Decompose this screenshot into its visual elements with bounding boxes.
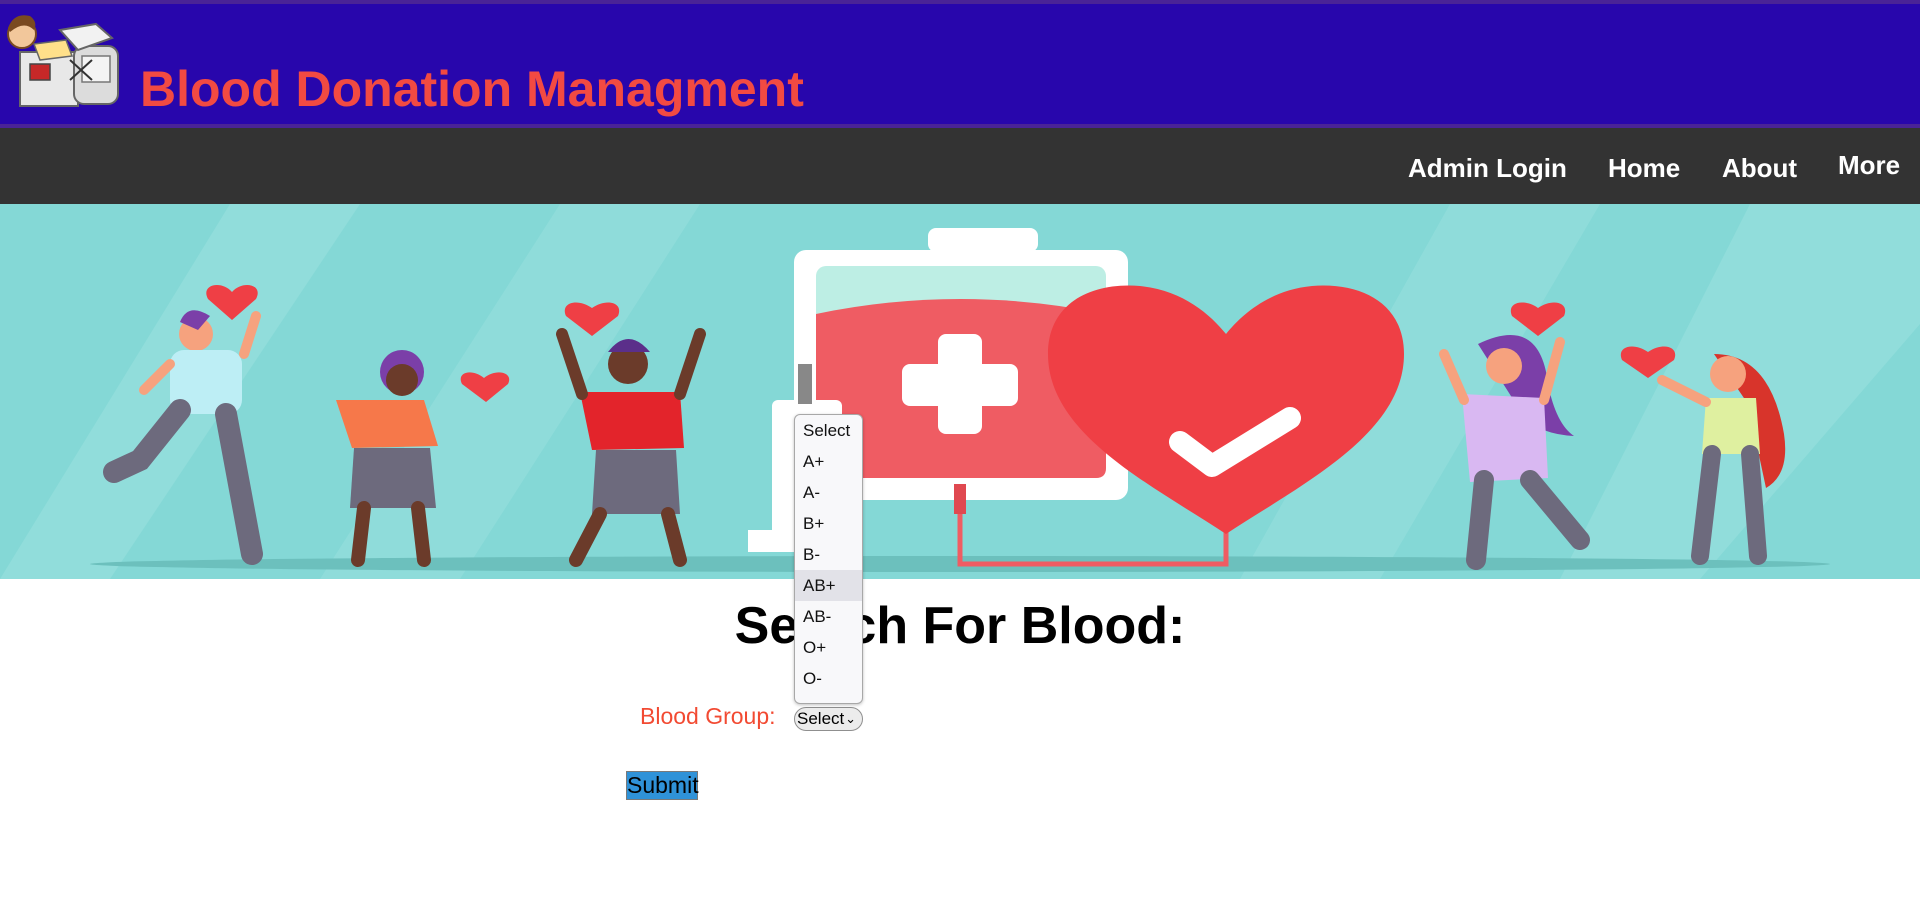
option-select[interactable]: Select [795,415,862,446]
nav-more[interactable]: More [1838,152,1900,178]
option-a-positive[interactable]: A+ [795,446,862,477]
submit-button[interactable]: Submit [626,771,699,800]
nav-home[interactable]: Home [1608,155,1680,181]
site-header: Blood Donation Managment [0,0,1920,128]
chevron-down-icon: ⌄ [845,711,856,726]
option-o-negative[interactable]: O- [795,663,862,694]
blood-group-label: Blood Group: [640,703,776,729]
option-a-negative[interactable]: A- [795,477,862,508]
option-b-negative[interactable]: B- [795,539,862,570]
blood-group-selected-value: Select [797,709,845,728]
option-b-positive[interactable]: B+ [795,508,862,539]
logo [7,15,119,107]
banner-image [0,204,1920,579]
nav-admin-login[interactable]: Admin Login [1408,155,1567,181]
option-o-positive[interactable]: O+ [795,632,862,663]
site-title: Blood Donation Managment [140,61,804,117]
option-ab-negative[interactable]: AB- [795,601,862,632]
blood-group-select[interactable]: Select ⌄ [794,707,863,731]
navbar: Admin Login Home About More [0,128,1920,204]
option-ab-positive[interactable]: AB+ [795,570,862,601]
search-heading: Search For Blood: [734,597,1186,655]
nav-about[interactable]: About [1722,155,1797,181]
blood-group-dropdown: Select A+ A- B+ B- AB+ AB- O+ O- [794,414,863,704]
